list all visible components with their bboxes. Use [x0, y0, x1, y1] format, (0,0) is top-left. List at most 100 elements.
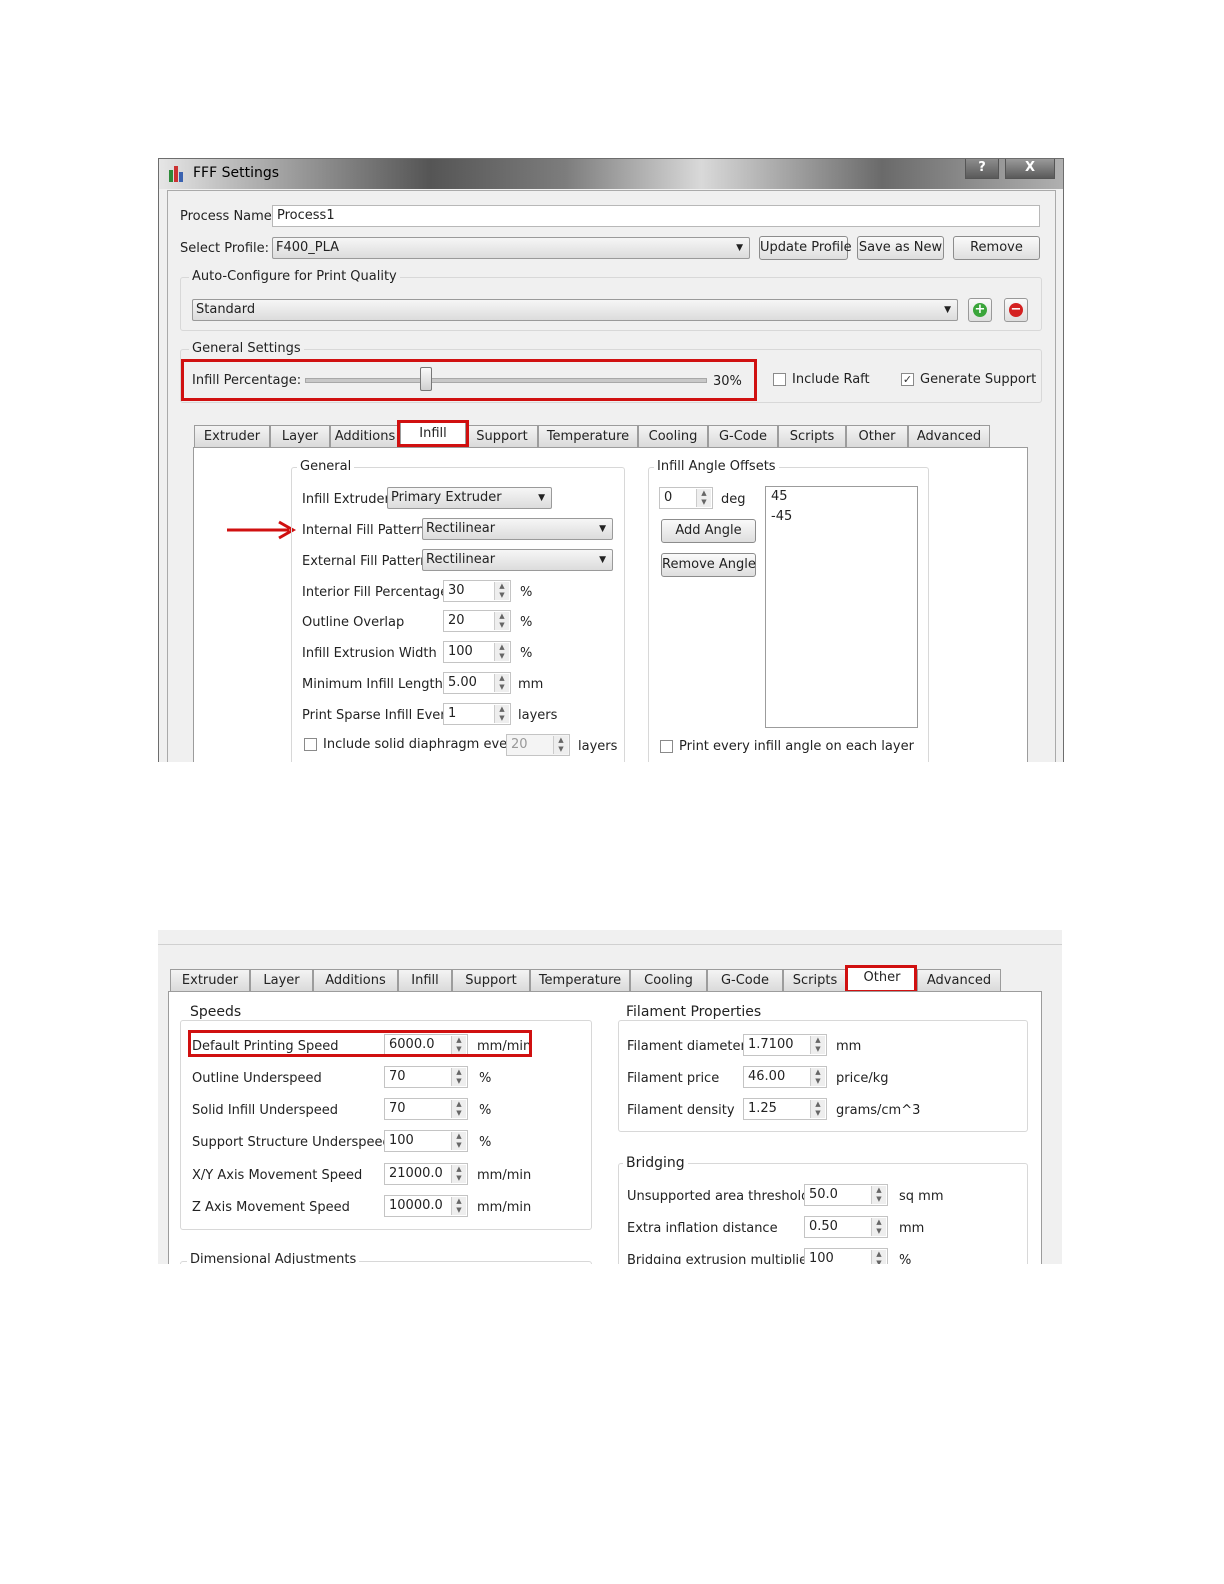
outline-underspeed-label: Outline Underspeed: [192, 1071, 322, 1086]
tab-cooling[interactable]: Cooling: [638, 425, 708, 447]
infill-extrusion-width-input[interactable]: 100 ▲ ▼: [443, 641, 511, 663]
tab-additions[interactable]: Additions: [330, 425, 400, 447]
tab-other[interactable]: Other: [846, 425, 908, 447]
add-quality-button[interactable]: +: [968, 298, 992, 322]
filament-price-value: 46.00: [748, 1069, 786, 1084]
spinner-arrows-icon[interactable]: ▲ ▼: [494, 582, 509, 600]
internal-fill-pattern-select[interactable]: Rectilinear ▼: [422, 518, 613, 540]
profile-select[interactable]: F400_PLA ▼: [272, 237, 750, 259]
angle-unit: deg: [721, 492, 746, 507]
tab-infill[interactable]: Infill: [398, 969, 452, 991]
print-every-angle-checkbox[interactable]: [660, 740, 673, 753]
extra-inflation-input[interactable]: 0.50 ▲ ▼: [804, 1216, 888, 1238]
sparse-infill-every-input[interactable]: 1 ▲ ▼: [443, 703, 511, 725]
remove-angle-button[interactable]: Remove Angle: [661, 553, 756, 577]
tab-support[interactable]: Support: [452, 969, 530, 991]
spinner-arrows-icon[interactable]: ▲ ▼: [451, 1068, 466, 1086]
tab-advanced[interactable]: Advanced: [917, 969, 1001, 991]
spinner-arrows-icon[interactable]: ▲ ▼: [494, 705, 509, 723]
remove-profile-button[interactable]: Remove: [953, 236, 1040, 260]
xy-movement-speed-input[interactable]: 21000.0 ▲ ▼: [384, 1163, 468, 1185]
save-as-new-button[interactable]: Save as New: [857, 236, 944, 260]
spinner-arrows-icon[interactable]: ▲ ▼: [810, 1036, 825, 1054]
tab-scripts[interactable]: Scripts: [778, 425, 846, 447]
tab-gcode[interactable]: G-Code: [707, 969, 783, 991]
tab-advanced[interactable]: Advanced: [908, 425, 990, 447]
external-fill-pattern-value: Rectilinear: [426, 552, 496, 567]
sparse-infill-every-value: 1: [448, 706, 457, 721]
spinner-arrows-icon[interactable]: ▲ ▼: [871, 1250, 886, 1264]
tab-extruder[interactable]: Extruder: [170, 969, 250, 991]
spinner-arrows-icon[interactable]: ▲ ▼: [553, 736, 568, 754]
title-bar[interactable]: FFF Settings ? X: [159, 159, 1063, 189]
tab-layer[interactable]: Layer: [250, 969, 313, 991]
spinner-arrows-icon[interactable]: ▲ ▼: [494, 674, 509, 692]
spinner-arrows-icon[interactable]: ▲ ▼: [810, 1100, 825, 1118]
update-profile-button[interactable]: Update Profile: [759, 236, 852, 260]
outline-underspeed-input[interactable]: 70 ▲ ▼: [384, 1066, 468, 1088]
solid-diaphragm-checkbox[interactable]: [304, 738, 317, 751]
angle-input[interactable]: 0 ▲ ▼: [659, 487, 713, 509]
tab-gcode[interactable]: G-Code: [708, 425, 778, 447]
add-angle-button[interactable]: Add Angle: [661, 519, 756, 543]
xy-movement-speed-value: 21000.0: [389, 1166, 443, 1181]
default-speed-highlight-box: [188, 1030, 532, 1057]
tab-layer[interactable]: Layer: [270, 425, 330, 447]
dimensional-adjustments-title: Dimensional Adjustments: [187, 1252, 360, 1264]
spinner-arrows-icon[interactable]: ▲ ▼: [871, 1186, 886, 1204]
sparse-infill-every-unit: layers: [518, 708, 558, 723]
close-button[interactable]: X: [1005, 159, 1055, 179]
spinner-arrows-icon[interactable]: ▲ ▼: [696, 489, 711, 507]
quality-select[interactable]: Standard ▼: [192, 299, 958, 321]
angle-list[interactable]: 45 -45: [765, 486, 918, 728]
generate-support-checkbox[interactable]: ✓: [901, 373, 914, 386]
spinner-arrows-icon[interactable]: ▲ ▼: [451, 1165, 466, 1183]
list-item[interactable]: -45: [766, 507, 917, 527]
solid-diaphragm-input[interactable]: 20 ▲ ▼: [506, 734, 570, 756]
list-item[interactable]: 45: [766, 487, 917, 507]
tab-scripts[interactable]: Scripts: [783, 969, 847, 991]
bridging-multiplier-input[interactable]: 100 ▲ ▼: [804, 1248, 888, 1264]
spinner-arrows-icon[interactable]: ▲ ▼: [451, 1100, 466, 1118]
spinner-arrows-icon[interactable]: ▲ ▼: [451, 1132, 466, 1150]
spinner-arrows-icon[interactable]: ▲ ▼: [810, 1068, 825, 1086]
chevron-down-icon: ▼: [944, 305, 951, 315]
infill-extrusion-width-value: 100: [448, 644, 473, 659]
remove-quality-button[interactable]: −: [1004, 298, 1028, 322]
interior-fill-percentage-input[interactable]: 30 ▲ ▼: [443, 580, 511, 602]
external-fill-pattern-select[interactable]: Rectilinear ▼: [422, 549, 613, 571]
tab-cooling[interactable]: Cooling: [630, 969, 707, 991]
tab-additions[interactable]: Additions: [313, 969, 398, 991]
filament-price-input[interactable]: 46.00 ▲ ▼: [743, 1066, 827, 1088]
internal-fill-pattern-value: Rectilinear: [426, 521, 496, 536]
minimum-infill-length-input[interactable]: 5.00 ▲ ▼: [443, 672, 511, 694]
filament-diameter-input[interactable]: 1.7100 ▲ ▼: [743, 1034, 827, 1056]
solid-infill-underspeed-value: 70: [389, 1101, 406, 1116]
tab-extruder[interactable]: Extruder: [194, 425, 270, 447]
spinner-arrows-icon[interactable]: ▲ ▼: [451, 1197, 466, 1215]
filament-density-input[interactable]: 1.25 ▲ ▼: [743, 1098, 827, 1120]
outline-overlap-unit: %: [520, 615, 533, 630]
include-raft-checkbox[interactable]: [773, 373, 786, 386]
tab-temperature[interactable]: Temperature: [538, 425, 638, 447]
angle-value: 0: [664, 490, 673, 505]
outline-overlap-input[interactable]: 20 ▲ ▼: [443, 610, 511, 632]
arrow-right-icon: [227, 520, 297, 540]
z-movement-speed-input[interactable]: 10000.0 ▲ ▼: [384, 1195, 468, 1217]
solid-infill-underspeed-input[interactable]: 70 ▲ ▼: [384, 1098, 468, 1120]
support-underspeed-input[interactable]: 100 ▲ ▼: [384, 1130, 468, 1152]
minus-icon: −: [1009, 302, 1023, 317]
general-settings-title: General Settings: [189, 341, 304, 356]
unsupported-area-input[interactable]: 50.0 ▲ ▼: [804, 1184, 888, 1206]
tab-temperature[interactable]: Temperature: [530, 969, 630, 991]
process-name-input[interactable]: Process1: [272, 205, 1040, 227]
filament-diameter-label: Filament diameter: [627, 1039, 746, 1054]
help-button[interactable]: ?: [965, 159, 999, 179]
spinner-arrows-icon[interactable]: ▲ ▼: [494, 612, 509, 630]
infill-highlight-box: [181, 359, 757, 401]
infill-extrusion-width-label: Infill Extrusion Width: [302, 646, 437, 661]
infill-extruder-select[interactable]: Primary Extruder ▼: [387, 487, 552, 509]
spinner-arrows-icon[interactable]: ▲ ▼: [871, 1218, 886, 1236]
spinner-arrows-icon[interactable]: ▲ ▼: [494, 643, 509, 661]
tab-support[interactable]: Support: [466, 425, 538, 447]
